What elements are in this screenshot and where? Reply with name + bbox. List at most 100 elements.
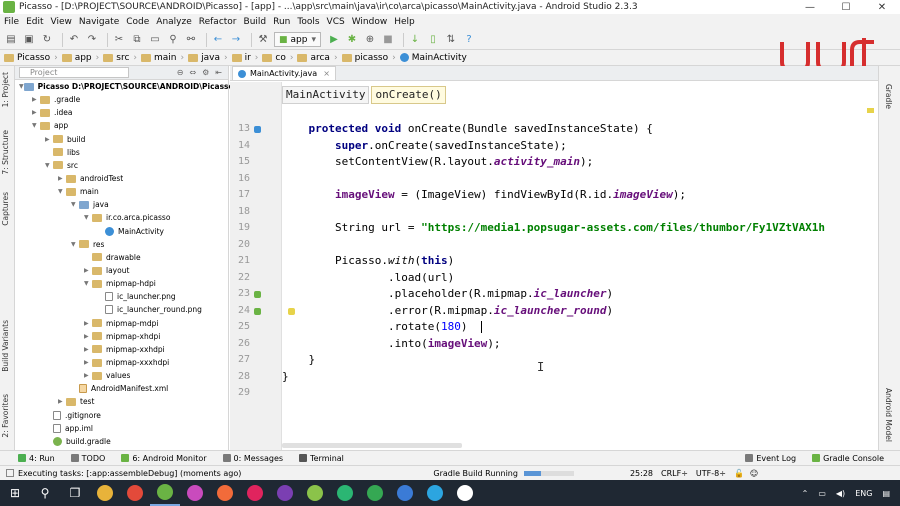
expanded-icon[interactable]: ▼ xyxy=(58,188,66,195)
forward-icon[interactable]: → xyxy=(229,33,243,47)
crumb-class[interactable]: MainActivity xyxy=(282,86,370,104)
breadcrumb-item[interactable]: src › xyxy=(103,53,137,63)
menu-tools[interactable]: Tools xyxy=(297,17,319,27)
tree-item[interactable]: ▶ values xyxy=(15,369,228,382)
tree-item[interactable]: ic_launcher_round.png xyxy=(15,303,228,316)
expanded-icon[interactable]: ▼ xyxy=(45,162,53,169)
redo-icon[interactable]: ↷ xyxy=(85,33,99,47)
android-model-tool-tab[interactable]: Android Model xyxy=(884,388,893,442)
inspector-icon[interactable]: ☺ xyxy=(750,469,758,478)
breadcrumb-item[interactable]: main › xyxy=(141,53,184,63)
tree-item[interactable]: ▼ src xyxy=(15,159,228,172)
cut-icon[interactable]: ✂ xyxy=(112,33,126,47)
file-encoding[interactable]: UTF-8÷ xyxy=(696,469,726,478)
tree-item[interactable]: ▼ main xyxy=(15,185,228,198)
collapsed-icon[interactable]: ▶ xyxy=(84,346,92,353)
close-button[interactable]: ✕ xyxy=(864,0,900,14)
expanded-icon[interactable]: ▼ xyxy=(19,83,24,90)
menu-build[interactable]: Build xyxy=(244,17,267,27)
tree-item[interactable]: ▶ .idea xyxy=(15,106,228,119)
menu-view[interactable]: View xyxy=(51,17,72,27)
app-oo2-icon[interactable] xyxy=(450,480,480,506)
tree-item[interactable]: drawable xyxy=(15,251,228,264)
collapsed-icon[interactable]: ▶ xyxy=(84,333,92,340)
breadcrumb-item[interactable]: MainActivity xyxy=(399,53,467,63)
project-view-select[interactable]: Project xyxy=(19,67,129,78)
notification-icon[interactable]: ▤ xyxy=(882,489,890,498)
breadcrumb-item[interactable]: ir › xyxy=(231,53,258,63)
bottom-tab-0-messages[interactable]: 0: Messages xyxy=(222,454,283,463)
scroll-from-source-icon[interactable]: ⇔ xyxy=(189,68,196,77)
project-tool-tab[interactable]: 1: Project xyxy=(1,72,10,107)
app-oo-icon[interactable] xyxy=(240,480,270,506)
collapsed-icon[interactable]: ▶ xyxy=(84,267,92,274)
code-line[interactable]: .rotate(180) xyxy=(282,320,468,333)
bottom-tab-terminal[interactable]: Terminal xyxy=(299,454,344,463)
replace-icon[interactable]: ⚯ xyxy=(184,33,198,47)
telegram-icon[interactable] xyxy=(420,480,450,506)
attach-icon[interactable]: ⊕ xyxy=(363,33,377,47)
tree-item[interactable]: MainActivity xyxy=(15,225,228,238)
save-icon[interactable]: ▣ xyxy=(22,33,36,47)
menu-window[interactable]: Window xyxy=(352,17,388,27)
stop-icon[interactable]: ■ xyxy=(381,33,395,47)
favorites-tool-tab[interactable]: 2: Favorites xyxy=(1,394,10,438)
paste-icon[interactable]: ▭ xyxy=(148,33,162,47)
undo-icon[interactable]: ↶ xyxy=(67,33,81,47)
run-icon[interactable]: ▶ xyxy=(327,33,341,47)
menu-run[interactable]: Run xyxy=(273,17,290,27)
gradle-tool-tab[interactable]: Gradle xyxy=(884,84,893,109)
tree-item[interactable]: app.iml xyxy=(15,422,228,435)
code-area[interactable]: protected void onCreate(Bundle savedInst… xyxy=(282,82,878,450)
tree-item[interactable]: ▼ res xyxy=(15,238,228,251)
bottom-tab-event-log[interactable]: Event Log xyxy=(745,454,796,463)
collapsed-icon[interactable]: ▶ xyxy=(84,372,92,379)
tree-item[interactable]: ▶ mipmap-xxhdpi xyxy=(15,343,228,356)
tree-item[interactable]: ▶ .gradle xyxy=(15,93,228,106)
tree-item[interactable]: ▶ test xyxy=(15,395,228,408)
network-icon[interactable]: ▭ xyxy=(818,489,826,498)
tray-up-icon[interactable]: ⌃ xyxy=(802,489,809,498)
menu-code[interactable]: Code xyxy=(126,17,149,27)
app-green2-icon[interactable] xyxy=(360,480,390,506)
collapsed-icon[interactable]: ▶ xyxy=(32,96,40,103)
status-message[interactable]: Executing tasks: [:app:assembleDebug] (m… xyxy=(18,469,241,478)
intellij-icon[interactable] xyxy=(180,480,210,506)
tree-item[interactable]: libs xyxy=(15,146,228,159)
maximize-button[interactable]: ☐ xyxy=(828,0,864,14)
tree-item[interactable]: AndroidManifest.xml xyxy=(15,382,228,395)
menu-refactor[interactable]: Refactor xyxy=(199,17,237,27)
onenote-icon[interactable] xyxy=(270,480,300,506)
collapsed-icon[interactable]: ▶ xyxy=(58,398,66,405)
editor-tab-mainactivity[interactable]: MainActivity.java × xyxy=(232,66,336,80)
menu-analyze[interactable]: Analyze xyxy=(156,17,191,27)
expanded-icon[interactable]: ▼ xyxy=(71,241,79,248)
tree-item[interactable]: ▼ java xyxy=(15,198,228,211)
minimize-button[interactable]: — xyxy=(792,0,828,14)
bottom-tab-todo[interactable]: TODO xyxy=(70,454,105,463)
menu-help[interactable]: Help xyxy=(394,17,415,27)
horizontal-scrollbar[interactable] xyxy=(282,443,462,448)
bottom-tab-4-run[interactable]: 4: Run xyxy=(18,454,55,463)
collapsed-icon[interactable]: ▶ xyxy=(84,320,92,327)
code-line[interactable]: String url = "https://media1.popsugar-as… xyxy=(282,221,825,234)
collapsed-icon[interactable]: ▶ xyxy=(32,109,40,116)
collapsed-icon[interactable]: ▶ xyxy=(45,136,53,143)
hide-icon[interactable]: ⇤ xyxy=(215,68,222,77)
tree-item[interactable]: ▶ mipmap-mdpi xyxy=(15,317,228,330)
breadcrumb-item[interactable]: co › xyxy=(262,53,293,63)
tree-item[interactable]: ▶ layout xyxy=(15,264,228,277)
bottom-tab-gradle-console[interactable]: Gradle Console xyxy=(812,454,884,463)
tree-item[interactable]: .gitignore xyxy=(15,409,228,422)
code-line[interactable]: super.onCreate(savedInstanceState); xyxy=(282,139,567,152)
code-line[interactable]: protected void onCreate(Bundle savedInst… xyxy=(282,122,653,135)
captures-tool-tab[interactable]: Captures xyxy=(1,192,10,226)
expanded-icon[interactable]: ▼ xyxy=(84,280,92,287)
code-line[interactable]: Picasso.with(this) xyxy=(282,254,454,267)
sdk-icon[interactable]: ↓ xyxy=(408,33,422,47)
collapsed-icon[interactable]: ▶ xyxy=(58,175,66,182)
line-separator[interactable]: CRLF÷ xyxy=(661,469,688,478)
app-green-icon[interactable] xyxy=(300,480,330,506)
caret-position[interactable]: 25:28 xyxy=(630,469,653,478)
task-view-icon[interactable]: ❐ xyxy=(60,480,90,506)
